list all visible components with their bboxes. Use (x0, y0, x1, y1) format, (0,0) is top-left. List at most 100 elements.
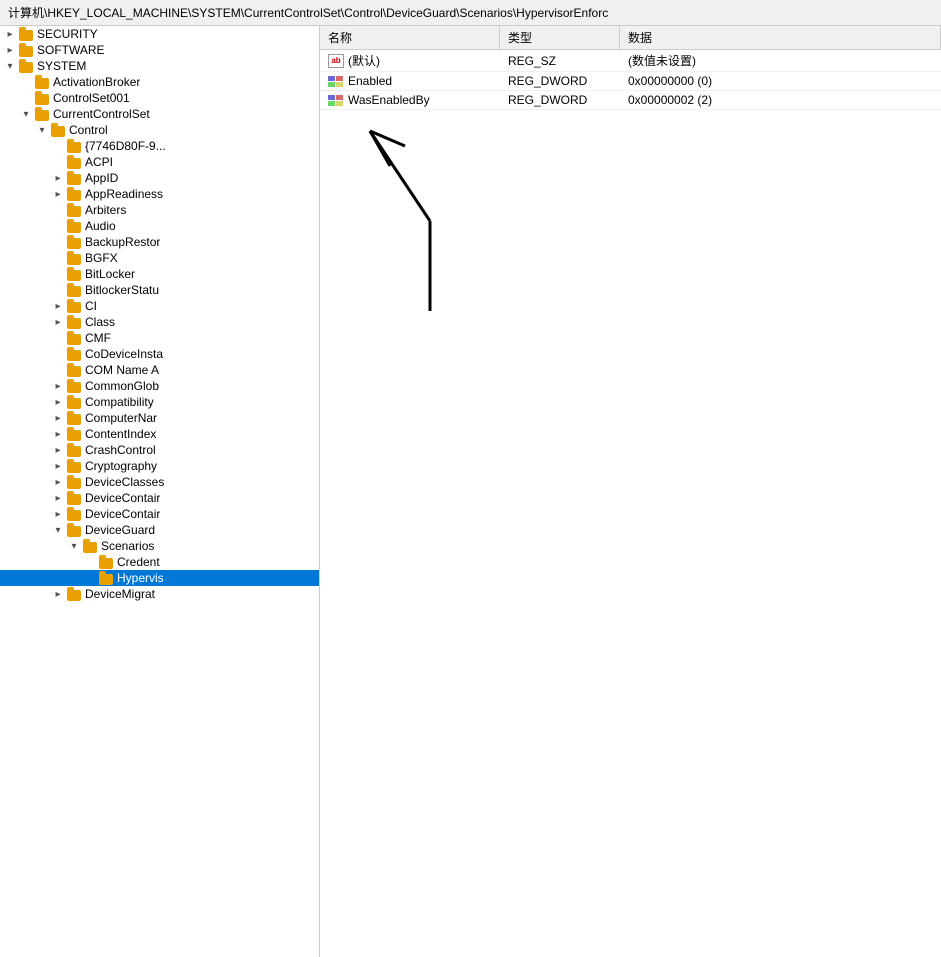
folder-icon-deviceguard (66, 523, 82, 537)
tree-item-commonglob[interactable]: ▸CommonGlob (0, 378, 319, 394)
tree-label-crashcontrol: CrashControl (85, 443, 156, 457)
tree-label-security: SECURITY (37, 27, 98, 41)
tree-item-controlset001[interactable]: ControlSet001 (0, 90, 319, 106)
reg-icon-dword-1 (328, 74, 344, 88)
tree-arrow-deviceguard: ▾ (50, 525, 66, 536)
address-bar: 计算机\HKEY_LOCAL_MACHINE\SYSTEM\CurrentCon… (0, 0, 941, 26)
tree-label-bitlockerstatus: BitlockerStatu (85, 283, 159, 297)
tree-item-credent[interactable]: Credent (0, 554, 319, 570)
tree-item-cmf[interactable]: CMF (0, 330, 319, 346)
tree-item-audio[interactable]: Audio (0, 218, 319, 234)
folder-icon-arbiters (66, 203, 82, 217)
tree-item-ci[interactable]: ▸CI (0, 298, 319, 314)
tree-label-control: Control (69, 123, 108, 137)
tree-arrow-contentindex: ▸ (50, 429, 66, 440)
tree-label-controlset001: ControlSet001 (53, 91, 130, 105)
tree-arrow-devicemigrat: ▸ (50, 589, 66, 600)
folder-icon-activationbroker (34, 75, 50, 89)
tree-item-7746d80f[interactable]: {7746D80F-9... (0, 138, 319, 154)
folder-icon-7746d80f (66, 139, 82, 153)
folder-icon-acpi (66, 155, 82, 169)
tree-item-devicecontain1[interactable]: ▸DeviceContair (0, 490, 319, 506)
tree-item-computername[interactable]: ▸ComputerNar (0, 410, 319, 426)
header-data: 数据 (620, 26, 941, 49)
folder-icon-system (18, 59, 34, 73)
tree-item-activationbroker[interactable]: ActivationBroker (0, 74, 319, 90)
tree-item-codeviceinst[interactable]: CoDeviceInsta (0, 346, 319, 362)
tree-arrow-software: ▸ (2, 45, 18, 56)
tree-item-deviceclasses[interactable]: ▸DeviceClasses (0, 474, 319, 490)
tree-label-credent: Credent (117, 555, 160, 569)
tree-label-codeviceinst: CoDeviceInsta (85, 347, 163, 361)
tree-label-bgfx: BGFX (85, 251, 118, 265)
tree-item-bitlocker[interactable]: BitLocker (0, 266, 319, 282)
reg-data-cell-1: 0x00000000 (0) (620, 72, 941, 90)
tree-item-contentindex[interactable]: ▸ContentIndex (0, 426, 319, 442)
registry-row-1[interactable]: EnabledREG_DWORD0x00000000 (0) (320, 72, 941, 91)
folder-icon-control (50, 123, 66, 137)
address-path: 计算机\HKEY_LOCAL_MACHINE\SYSTEM\CurrentCon… (8, 6, 608, 20)
tree-label-compatibility: Compatibility (85, 395, 154, 409)
tree-item-devicemigrat[interactable]: ▸DeviceMigrat (0, 586, 319, 602)
tree-item-deviceguard[interactable]: ▾ DeviceGuard (0, 522, 319, 538)
tree-item-system[interactable]: ▾ SYSTEM (0, 58, 319, 74)
reg-icon-ab-0: ab (328, 54, 344, 68)
folder-icon-bitlocker (66, 267, 82, 281)
tree-item-crashcontrol[interactable]: ▸CrashControl (0, 442, 319, 458)
right-pane: 名称 类型 数据 ab(默认)REG_SZ(数值未设置) EnabledREG_… (320, 26, 941, 957)
tree-item-appid[interactable]: ▸AppID (0, 170, 319, 186)
tree-item-scenarios[interactable]: ▾Scenarios (0, 538, 319, 554)
registry-table: 名称 类型 数据 ab(默认)REG_SZ(数值未设置) EnabledREG_… (320, 26, 941, 957)
tree-pane: ▸SECURITY▸SOFTWARE▾SYSTEMActivationBroke… (0, 26, 320, 957)
registry-row-0[interactable]: ab(默认)REG_SZ(数值未设置) (320, 50, 941, 72)
tree-arrow-system: ▾ (2, 61, 18, 72)
reg-name-cell-2: WasEnabledBy (320, 91, 500, 109)
tree-label-acpi: ACPI (85, 155, 113, 169)
tree-item-backuprestore[interactable]: BackupRestor (0, 234, 319, 250)
tree-item-hypervis[interactable]: Hypervis (0, 570, 319, 586)
tree-item-compatibility[interactable]: ▸Compatibility (0, 394, 319, 410)
tree-arrow-deviceclasses: ▸ (50, 477, 66, 488)
folder-icon-comname (66, 363, 82, 377)
folder-icon-devicecontain1 (66, 491, 82, 505)
reg-name-text-1: Enabled (348, 74, 392, 88)
folder-icon-cryptography (66, 459, 82, 473)
folder-icon-audio (66, 219, 82, 233)
tree-label-appreadiness: AppReadiness (85, 187, 163, 201)
tree-label-backuprestore: BackupRestor (85, 235, 160, 249)
registry-header: 名称 类型 数据 (320, 26, 941, 50)
tree-item-devicecontain2[interactable]: ▸DeviceContair (0, 506, 319, 522)
reg-data-cell-2: 0x00000002 (2) (620, 91, 941, 109)
tree-item-arbiters[interactable]: Arbiters (0, 202, 319, 218)
tree-arrow-computername: ▸ (50, 413, 66, 424)
tree-label-class: Class (85, 315, 115, 329)
tree-item-class[interactable]: ▸Class (0, 314, 319, 330)
tree-item-comname[interactable]: COM Name A (0, 362, 319, 378)
registry-row-2[interactable]: WasEnabledByREG_DWORD0x00000002 (2) (320, 91, 941, 110)
folder-icon-cmf (66, 331, 82, 345)
tree-label-commonglob: CommonGlob (85, 379, 159, 393)
tree-label-deviceguard: DeviceGuard (85, 523, 155, 537)
tree-item-currentcontrolset[interactable]: ▾CurrentControlSet (0, 106, 319, 122)
tree-label-devicecontain1: DeviceContair (85, 491, 160, 505)
tree-label-system: SYSTEM (37, 59, 86, 73)
tree-item-acpi[interactable]: ACPI (0, 154, 319, 170)
tree-item-cryptography[interactable]: ▸Cryptography (0, 458, 319, 474)
tree-label-cmf: CMF (85, 331, 111, 345)
reg-name-text-2: WasEnabledBy (348, 93, 430, 107)
folder-icon-crashcontrol (66, 443, 82, 457)
tree-arrow-currentcontrolset: ▾ (18, 109, 34, 120)
tree-item-security[interactable]: ▸SECURITY (0, 26, 319, 42)
tree-item-appreadiness[interactable]: ▸ AppReadiness (0, 186, 319, 202)
tree-arrow-appid: ▸ (50, 173, 66, 184)
tree-item-software[interactable]: ▸SOFTWARE (0, 42, 319, 58)
folder-icon-security (18, 27, 34, 41)
tree-item-bgfx[interactable]: BGFX (0, 250, 319, 266)
folder-icon-bgfx (66, 251, 82, 265)
folder-icon-backuprestore (66, 235, 82, 249)
tree-item-control[interactable]: ▾Control (0, 122, 319, 138)
tree-arrow-appreadiness: ▸ (50, 189, 66, 200)
tree-item-bitlockerstatus[interactable]: BitlockerStatu (0, 282, 319, 298)
folder-icon-commonglob (66, 379, 82, 393)
tree-label-7746d80f: {7746D80F-9... (85, 139, 166, 153)
